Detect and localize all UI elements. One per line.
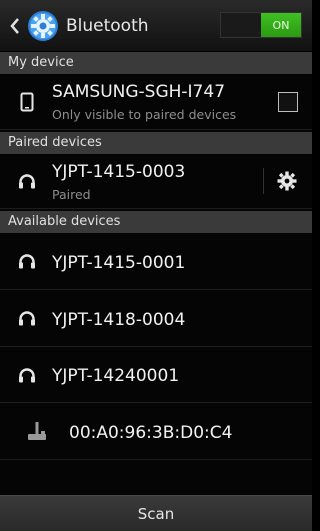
visibility-checkbox[interactable] (278, 91, 298, 112)
available-device-row[interactable]: YJPT-14240001 (0, 347, 312, 403)
bluetooth-toggle[interactable]: ON (220, 12, 302, 38)
paired-device-row[interactable]: YJPT-1415-0003 Paired (0, 154, 312, 209)
available-device-row[interactable]: YJPT-1415-0001 (0, 233, 312, 290)
section-header-my-device: My device (0, 52, 312, 74)
headphones-icon (16, 307, 38, 329)
headphones-icon (16, 170, 38, 192)
headphones-icon (16, 364, 38, 386)
joystick-icon (26, 420, 48, 442)
toggle-on-label: ON (261, 13, 301, 37)
my-device-name: SAMSUNG-SGH-I747 (52, 82, 226, 102)
section-header-paired: Paired devices (0, 132, 312, 154)
back-button[interactable] (6, 0, 24, 52)
device-settings-button[interactable] (272, 166, 302, 196)
scan-button[interactable]: Scan (0, 495, 312, 531)
phone-icon (16, 91, 38, 113)
paired-device-name: YJPT-1415-0003 (52, 162, 186, 182)
gear-icon (277, 171, 297, 191)
my-device-row[interactable]: SAMSUNG-SGH-I747 Only visible to paired … (0, 74, 312, 130)
available-device-row[interactable]: YJPT-1418-0004 (0, 290, 312, 347)
settings-gear-icon (28, 10, 58, 41)
divider (263, 168, 264, 194)
available-device-name: 00:A0:96:3B:D0:C4 (69, 423, 233, 443)
action-bar: Bluetooth ON (0, 0, 312, 52)
paired-device-status: Paired (52, 187, 91, 202)
bluetooth-settings-screen: Bluetooth ON My device SAMSUNG-SGH-I747 … (0, 0, 312, 531)
my-device-visibility: Only visible to paired devices (52, 107, 237, 122)
section-header-available: Available devices (0, 211, 312, 233)
headphones-icon (16, 250, 38, 272)
available-device-name: YJPT-1418-0004 (52, 310, 186, 330)
available-device-name: YJPT-1415-0001 (52, 253, 186, 273)
available-device-name: YJPT-14240001 (52, 366, 180, 386)
back-arrow-icon (10, 17, 19, 34)
page-title: Bluetooth (66, 15, 149, 36)
available-device-row[interactable]: 00:A0:96:3B:D0:C4 (0, 403, 312, 460)
